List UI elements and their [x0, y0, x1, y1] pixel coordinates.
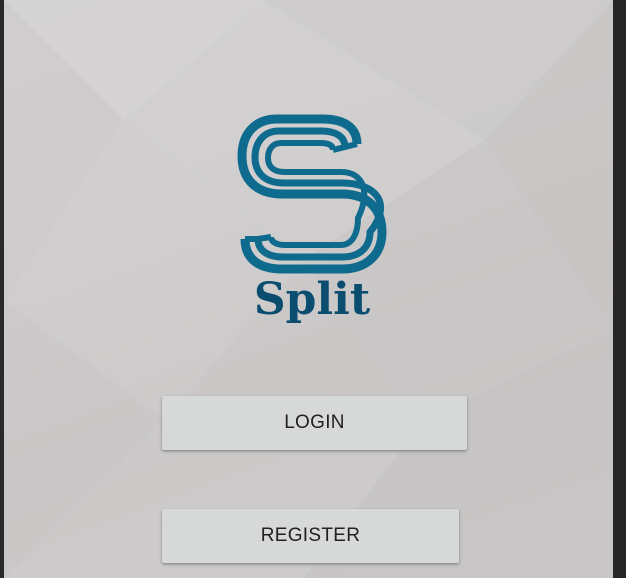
welcome-screen: Split LOGIN REGISTER — [4, 0, 613, 578]
window-edge — [613, 0, 626, 578]
split-s-logo-icon: Split — [237, 114, 387, 325]
login-button[interactable]: LOGIN — [162, 396, 467, 450]
register-button[interactable]: REGISTER — [162, 509, 459, 563]
split-logo: Split — [237, 114, 387, 329]
logo-wordmark: Split — [254, 274, 371, 325]
